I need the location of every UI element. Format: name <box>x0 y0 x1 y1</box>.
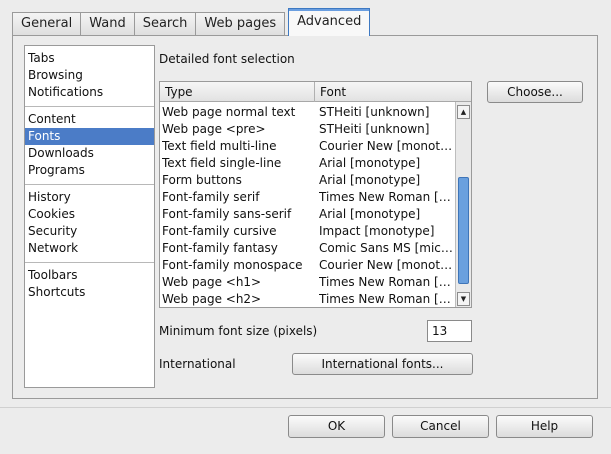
scroll-up-arrow-icon[interactable]: ▲ <box>457 105 470 119</box>
sidebar-item-programs[interactable]: Programs <box>25 162 154 179</box>
international-label: International <box>159 357 236 371</box>
font-table: Type Font Web page normal text STHeiti [u… <box>159 81 472 308</box>
cell-font: Times New Roman [m... <box>319 190 455 204</box>
table-row[interactable]: Web page <h1> Times New Roman [m... <box>160 274 456 291</box>
cell-font: STHeiti [unknown] <box>319 105 430 119</box>
sidebar-item-security[interactable]: Security <box>25 223 154 240</box>
table-row[interactable]: Font-family fantasy Comic Sans MS [micro.… <box>160 240 456 257</box>
sidebar-item-tabs[interactable]: Tabs <box>25 50 154 67</box>
cell-type: Text field multi-line <box>162 139 277 153</box>
tab-search[interactable]: Search <box>133 12 197 36</box>
sidebar-item-content[interactable]: Content <box>25 111 154 128</box>
tab-web-pages[interactable]: Web pages <box>195 12 286 36</box>
table-row[interactable]: Font-family cursive Impact [monotype] <box>160 223 456 240</box>
cell-font: Impact [monotype] <box>319 224 435 238</box>
international-fonts-button[interactable]: International fonts... <box>292 353 473 375</box>
table-row[interactable]: Text field multi-line Courier New [monoty… <box>160 138 456 155</box>
tab-advanced[interactable]: Advanced <box>288 8 371 36</box>
min-font-size-input[interactable]: 13 <box>427 320 472 342</box>
cell-type: Web page <pre> <box>162 122 266 136</box>
cell-font: Courier New [monoty... <box>319 258 455 272</box>
scroll-thumb[interactable] <box>458 177 469 284</box>
sidebar-item-fonts[interactable]: Fonts <box>25 128 154 145</box>
cell-type: Text field single-line <box>162 156 282 170</box>
vertical-scrollbar[interactable]: ▲ ▼ <box>455 102 471 307</box>
cancel-button[interactable]: Cancel <box>392 415 489 438</box>
table-row[interactable]: Font-family monospace Courier New [monoty… <box>160 257 456 274</box>
tab-bar: General Wand Search Web pages Advanced <box>12 8 371 36</box>
column-header-font[interactable]: Font <box>315 82 471 102</box>
sidebar-item-cookies[interactable]: Cookies <box>25 206 154 223</box>
cell-type: Web page <h1> <box>162 275 262 289</box>
sidebar-item-downloads[interactable]: Downloads <box>25 145 154 162</box>
advanced-panel: Tabs Browsing Notifications Content Font… <box>12 35 598 399</box>
sidebar: Tabs Browsing Notifications Content Font… <box>24 45 155 388</box>
cell-font: Arial [monotype] <box>319 173 421 187</box>
ok-button[interactable]: OK <box>288 415 385 438</box>
table-row[interactable]: Web page normal text STHeiti [unknown] <box>160 104 456 121</box>
sidebar-group: Tabs Browsing Notifications <box>25 46 154 107</box>
sidebar-item-browsing[interactable]: Browsing <box>25 67 154 84</box>
min-font-size-label: Minimum font size (pixels) <box>159 324 318 338</box>
cell-type: Font-family monospace <box>162 258 303 272</box>
sidebar-item-notifications[interactable]: Notifications <box>25 84 154 101</box>
sidebar-group: History Cookies Security Network <box>25 185 154 263</box>
cell-font: STHeiti [unknown] <box>319 122 430 136</box>
sidebar-group: Toolbars Shortcuts <box>25 263 154 306</box>
table-row[interactable]: Text field single-line Arial [monotype] <box>160 155 456 172</box>
sidebar-item-toolbars[interactable]: Toolbars <box>25 267 154 284</box>
cell-type: Web page normal text <box>162 105 296 119</box>
tab-wand[interactable]: Wand <box>80 12 135 36</box>
scroll-down-arrow-icon[interactable]: ▼ <box>457 292 470 306</box>
cell-font: Times New Roman [m... <box>319 275 455 289</box>
table-row[interactable]: Web page <pre> STHeiti [unknown] <box>160 121 456 138</box>
cell-type: Font-family serif <box>162 190 260 204</box>
cell-type: Font-family fantasy <box>162 241 278 255</box>
sidebar-item-network[interactable]: Network <box>25 240 154 257</box>
cell-font: Arial [monotype] <box>319 207 421 221</box>
choose-button[interactable]: Choose... <box>487 81 583 103</box>
cell-font: Arial [monotype] <box>319 156 421 170</box>
table-body: Web page normal text STHeiti [unknown] Web… <box>160 104 456 308</box>
section-title: Detailed font selection <box>159 52 295 66</box>
table-row[interactable]: Web page <h2> Times New Roman [m... <box>160 291 456 308</box>
tab-general[interactable]: General <box>12 12 82 36</box>
help-button[interactable]: Help <box>496 415 593 438</box>
cell-type: Font-family cursive <box>162 224 277 238</box>
cell-type: Font-family sans-serif <box>162 207 292 221</box>
cell-font: Times New Roman [m... <box>319 292 455 306</box>
table-row[interactable]: Form buttons Arial [monotype] <box>160 172 456 189</box>
cell-font: Comic Sans MS [micro... <box>319 241 455 255</box>
preferences-dialog: General Wand Search Web pages Advanced T… <box>0 0 611 454</box>
table-header: Type Font <box>160 82 471 102</box>
column-header-type[interactable]: Type <box>160 82 315 102</box>
footer-divider <box>0 407 611 408</box>
cell-type: Form buttons <box>162 173 242 187</box>
sidebar-item-history[interactable]: History <box>25 189 154 206</box>
table-row[interactable]: Font-family serif Times New Roman [m... <box>160 189 456 206</box>
sidebar-group: Content Fonts Downloads Programs <box>25 107 154 185</box>
cell-type: Web page <h2> <box>162 292 262 306</box>
sidebar-item-shortcuts[interactable]: Shortcuts <box>25 284 154 301</box>
table-row[interactable]: Font-family sans-serif Arial [monotype] <box>160 206 456 223</box>
cell-font: Courier New [monoty... <box>319 139 455 153</box>
